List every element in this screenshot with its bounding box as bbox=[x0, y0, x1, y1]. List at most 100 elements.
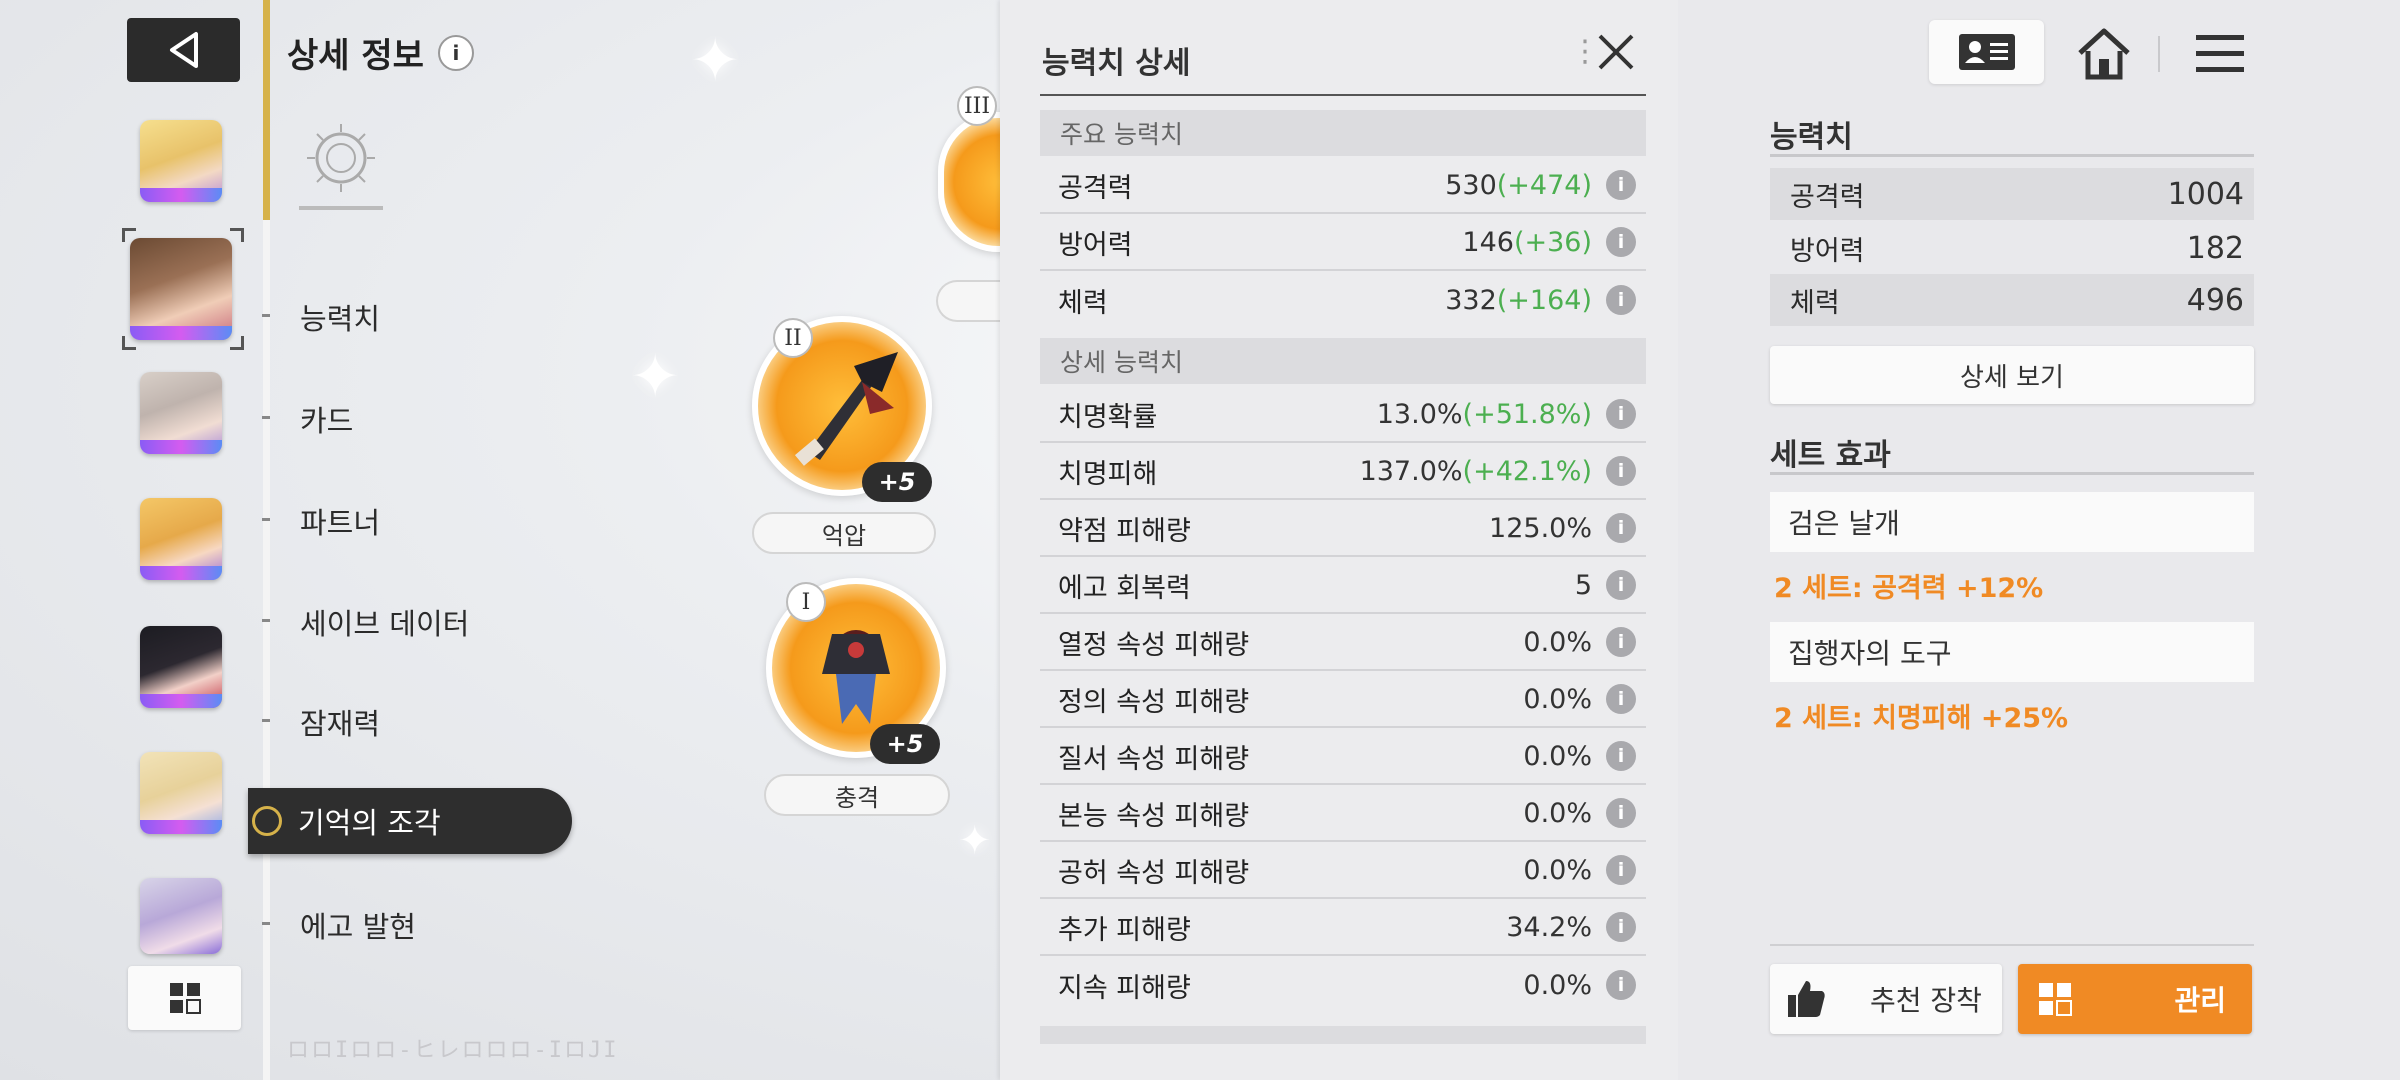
page-title: 상세 정보 i bbox=[287, 28, 474, 77]
nav-marker bbox=[262, 518, 270, 521]
home-button[interactable] bbox=[2072, 22, 2136, 86]
sparkle-icon: ✦ bbox=[690, 26, 741, 96]
summary-stat-row: 방어력 182 bbox=[1770, 222, 2254, 274]
stat-row: 질서 속성 피해량 0.0% i bbox=[1040, 729, 1646, 785]
stat-row: 약점 피해량 125.0% i bbox=[1040, 501, 1646, 557]
set-effect-title: 세트 효과 bbox=[1770, 438, 1891, 473]
stat-bonus: (+42.1%) bbox=[1462, 455, 1592, 487]
stat-value: 0.0% bbox=[1523, 969, 1592, 1001]
nav-item-save-data[interactable]: 세이브 데이터 bbox=[300, 601, 469, 643]
info-icon[interactable]: i bbox=[1606, 227, 1636, 257]
close-icon[interactable] bbox=[1592, 28, 1640, 76]
manage-grid-icon bbox=[2039, 983, 2072, 1016]
menu-icon bbox=[2196, 35, 2244, 72]
nav-item-stats[interactable]: 능력치 bbox=[300, 296, 380, 338]
sparkle-icon: ✦ bbox=[958, 818, 992, 864]
stat-row: 방어력 146 (+36) i bbox=[1040, 215, 1646, 271]
info-icon[interactable]: i bbox=[1606, 798, 1636, 828]
stat-row: 열정 속성 피해량 0.0% i bbox=[1040, 615, 1646, 671]
grid-icon bbox=[169, 983, 201, 1014]
summary-stat-row: 체력 496 bbox=[1770, 274, 2254, 326]
nav-item-potential[interactable]: 잠재력 bbox=[300, 701, 380, 743]
stat-name: 치명확률 bbox=[1058, 401, 1158, 433]
profile-card-icon bbox=[1958, 34, 2015, 70]
menu-button[interactable] bbox=[2190, 24, 2250, 84]
info-icon[interactable]: i bbox=[1606, 456, 1636, 486]
back-arrow-icon bbox=[169, 32, 198, 68]
stat-row: 치명피해 137.0% (+42.1%) i bbox=[1040, 444, 1646, 500]
stat-bonus: (+51.8%) bbox=[1462, 398, 1592, 430]
info-icon[interactable]: i bbox=[1606, 399, 1636, 429]
avatar-character-6[interactable] bbox=[140, 752, 222, 834]
info-icon[interactable]: i bbox=[1606, 970, 1636, 1000]
stats-detail-title: 능력치 상세 bbox=[1042, 46, 1191, 81]
stat-name: 정의 속성 피해량 bbox=[1058, 686, 1250, 718]
nav-item-partner[interactable]: 파트너 bbox=[300, 500, 380, 542]
info-icon[interactable]: i bbox=[1606, 684, 1636, 714]
stat-value: 530 bbox=[1445, 169, 1497, 201]
enhance-level-badge: +5 bbox=[862, 462, 932, 502]
stat-value: 1004 bbox=[2167, 176, 2244, 212]
stat-name: 질서 속성 피해량 bbox=[1058, 743, 1250, 775]
info-icon[interactable]: i bbox=[1606, 627, 1636, 657]
set-name: 검은 날개 bbox=[1770, 492, 2254, 552]
nav-marker bbox=[262, 314, 270, 317]
set-effect-text: 2 세트: 공격력 +12% bbox=[1774, 573, 2044, 604]
stat-value: 0.0% bbox=[1523, 797, 1592, 829]
stat-row: 본능 속성 피해량 0.0% i bbox=[1040, 786, 1646, 842]
active-ring-icon bbox=[252, 806, 282, 836]
stat-name: 공허 속성 피해량 bbox=[1058, 857, 1250, 889]
set-name: 집행자의 도구 bbox=[1770, 622, 2254, 682]
slot-2-label: 억압 bbox=[752, 512, 936, 554]
home-icon bbox=[2078, 28, 2130, 80]
stat-bonus: (+36) bbox=[1513, 226, 1592, 258]
info-icon[interactable]: i bbox=[1606, 741, 1636, 771]
info-icon[interactable]: i bbox=[1606, 285, 1636, 315]
stats-summary-title: 능력치 bbox=[1770, 120, 1853, 155]
info-icon[interactable]: i bbox=[1606, 513, 1636, 543]
slot-3-label bbox=[936, 280, 1000, 322]
divider bbox=[1770, 472, 2254, 475]
info-icon[interactable]: i bbox=[1606, 912, 1636, 942]
info-icon[interactable]: i bbox=[437, 34, 474, 71]
info-icon[interactable]: i bbox=[1606, 570, 1636, 600]
profile-card-button[interactable] bbox=[1929, 20, 2044, 84]
divider bbox=[2158, 36, 2160, 72]
stat-value: 34.2% bbox=[1506, 911, 1592, 943]
nav-marker bbox=[262, 922, 270, 925]
divider bbox=[1770, 944, 2254, 946]
thumbs-up-icon bbox=[1788, 981, 1825, 1017]
stats-detail-panel: 능력치 상세 ⋮ 주요 능력치 공격력 530 (+474) i 방어력 146… bbox=[1000, 0, 1678, 1080]
stat-bonus: (+164) bbox=[1496, 284, 1592, 316]
nav-item-memory-fragments[interactable]: 기억의 조각 bbox=[248, 788, 572, 854]
stat-value: 182 bbox=[2186, 230, 2244, 266]
recommended-equip-button[interactable]: 추천 장착 bbox=[1770, 964, 2002, 1034]
nav-marker bbox=[262, 416, 270, 419]
stat-row: 지속 피해량 0.0% i bbox=[1040, 957, 1646, 1013]
avatar-character-4[interactable] bbox=[140, 498, 222, 580]
stat-row: 에고 회복력 5 i bbox=[1040, 558, 1646, 614]
avatar-character-3[interactable] bbox=[140, 372, 222, 454]
info-icon[interactable]: i bbox=[1606, 855, 1636, 885]
nav-item-cards[interactable]: 카드 bbox=[300, 398, 353, 440]
info-icon[interactable]: i bbox=[1606, 170, 1636, 200]
emblem-icon bbox=[299, 124, 383, 210]
back-button[interactable] bbox=[127, 18, 240, 82]
nav-item-label: 기억의 조각 bbox=[298, 806, 441, 840]
stat-value: 5 bbox=[1574, 569, 1592, 601]
character-grid-button[interactable] bbox=[128, 966, 241, 1030]
stat-row: 추가 피해량 34.2% i bbox=[1040, 900, 1646, 956]
enhance-level-badge: +5 bbox=[870, 724, 940, 764]
stat-name: 체력 bbox=[1058, 287, 1108, 319]
nav-marker bbox=[262, 719, 270, 722]
avatar-character-7[interactable] bbox=[140, 878, 222, 954]
manage-button[interactable]: 관리 bbox=[2018, 964, 2252, 1034]
avatar-character-5[interactable] bbox=[140, 626, 222, 708]
sparkle-icon: ✦ bbox=[630, 342, 681, 412]
nav-item-ego-manifestation[interactable]: 에고 발현 bbox=[300, 904, 416, 946]
stat-name: 본능 속성 피해량 bbox=[1058, 800, 1250, 832]
view-details-button[interactable]: 상세 보기 bbox=[1770, 346, 2254, 404]
avatar-character-1[interactable] bbox=[140, 120, 222, 202]
stat-name: 방어력 bbox=[1058, 229, 1133, 261]
divider bbox=[1770, 154, 2254, 157]
